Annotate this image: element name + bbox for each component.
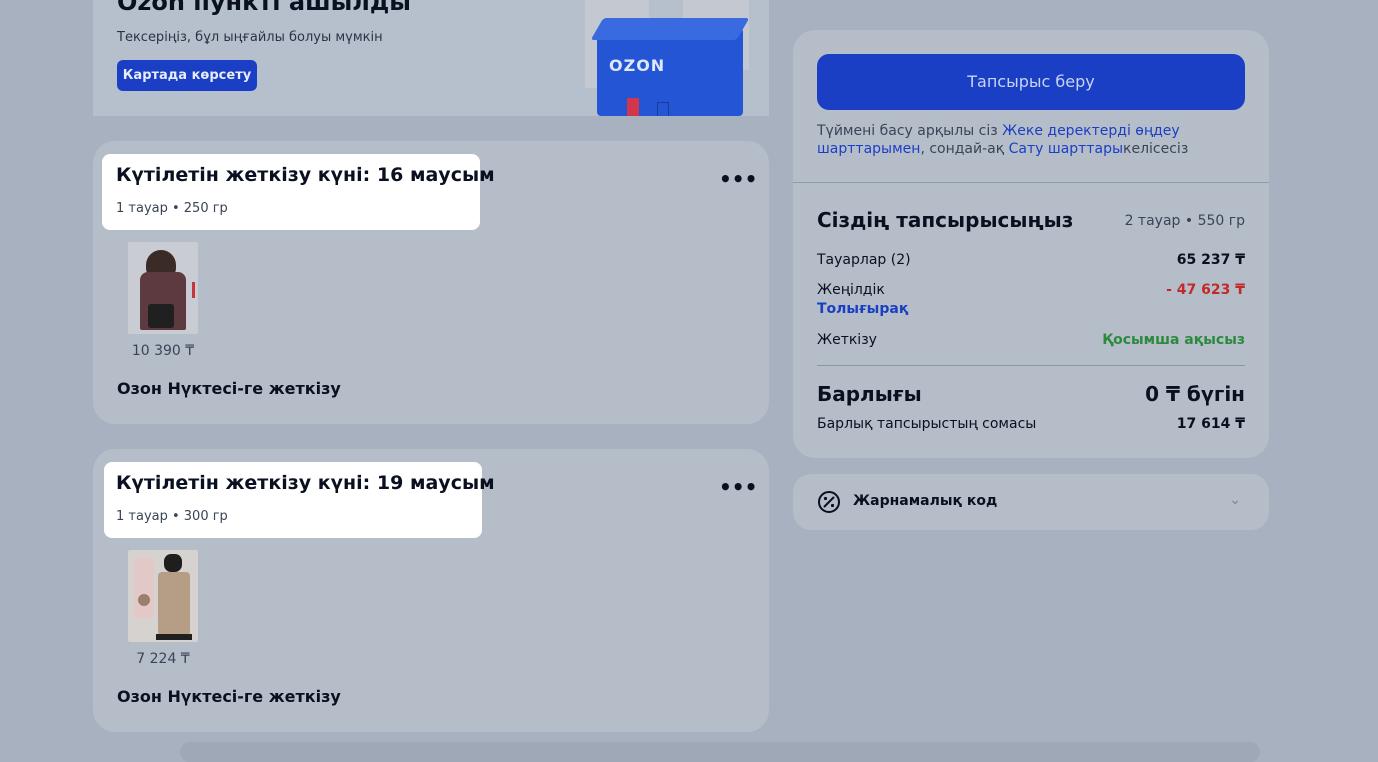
total-label: Барлығы bbox=[817, 382, 922, 406]
expected-delivery-date: Күтілетін жеткізу күні: 16 маусым bbox=[116, 164, 495, 186]
terms-text: Түймені басу арқылы сіз Жеке деректерді … bbox=[817, 122, 1247, 158]
banner-subtitle: Тексеріңіз, бұл ыңғайлы болуы мүмкін bbox=[117, 30, 383, 45]
more-options-icon[interactable]: ••• bbox=[719, 475, 757, 499]
product-thumbnail[interactable] bbox=[128, 242, 198, 334]
more-options-icon[interactable]: ••• bbox=[719, 167, 757, 191]
divider bbox=[817, 365, 1245, 366]
ozon-brand-mark: OZON bbox=[609, 56, 666, 75]
summary-title: Сіздің тапсырысыңыз bbox=[817, 208, 1074, 232]
product-price: 10 390 ₸ bbox=[131, 343, 195, 359]
sale-terms-link[interactable]: Сату шарттары bbox=[1009, 141, 1123, 157]
chevron-down-icon[interactable]: ⌄ bbox=[1229, 492, 1241, 508]
divider bbox=[793, 182, 1269, 183]
terms-mid: , сондай-ақ bbox=[920, 141, 1009, 157]
shipment-header: Күтілетін жеткізу күні: 19 маусым 1 тауа… bbox=[104, 462, 495, 538]
show-on-map-button[interactable]: Картада көрсету bbox=[117, 60, 257, 91]
product-price: 7 224 ₸ bbox=[136, 651, 190, 667]
items-value: 65 237 ₸ bbox=[1176, 252, 1245, 268]
percent-badge-icon bbox=[817, 490, 841, 514]
bottom-bar bbox=[180, 742, 1260, 762]
discount-details-link[interactable]: Толығырақ bbox=[817, 301, 908, 317]
shipment-card: Күтілетін жеткізу күні: 16 маусым 1 тауа… bbox=[93, 141, 769, 424]
total-value: 0 ₸ бүгін bbox=[1145, 382, 1245, 406]
shipment-meta: 1 тауар • 300 гр bbox=[116, 509, 228, 524]
terms-prefix: Түймені басу арқылы сіз bbox=[817, 123, 1003, 139]
delivery-method: Озон Нүктесі-ге жеткізу bbox=[117, 379, 341, 398]
shipment-meta: 1 тауар • 250 гр bbox=[116, 201, 228, 216]
banner-title: Ozon пункті ашылды bbox=[117, 0, 411, 16]
promo-code-label: Жарнамалық код bbox=[853, 493, 998, 509]
discount-value: - 47 623 ₸ bbox=[1166, 282, 1245, 298]
delivery-label: Жеткізу bbox=[817, 332, 877, 348]
product-thumbnail[interactable] bbox=[128, 550, 198, 642]
pickup-point-illustration: OZON bbox=[581, 0, 769, 116]
discount-label: Жеңілдік bbox=[817, 282, 885, 298]
summary-meta: 2 тауар • 550 гр bbox=[1124, 213, 1245, 229]
order-summary: Тапсырыс беру Түймені басу арқылы сіз Же… bbox=[793, 30, 1269, 458]
expected-delivery-date: Күтілетін жеткізу күні: 19 маусым bbox=[116, 472, 495, 494]
shipment-card: Күтілетін жеткізу күні: 19 маусым 1 тауа… bbox=[93, 449, 769, 732]
order-sum-label: Барлық тапсырыстың сомасы bbox=[817, 416, 1037, 432]
pickup-point-banner: Ozon пункті ашылды Тексеріңіз, бұл ыңғай… bbox=[93, 0, 769, 116]
terms-suffix: келісесіз bbox=[1123, 141, 1189, 157]
shipment-header: Күтілетін жеткізу күні: 16 маусым 1 тауа… bbox=[102, 154, 495, 230]
items-label: Тауарлар (2) bbox=[817, 252, 911, 268]
delivery-method: Озон Нүктесі-ге жеткізу bbox=[117, 687, 341, 706]
place-order-button[interactable]: Тапсырыс беру bbox=[817, 54, 1245, 110]
delivery-value: Қосымша ақысыз bbox=[1102, 332, 1245, 348]
promo-code-section[interactable]: Жарнамалық код ⌄ bbox=[793, 474, 1269, 530]
order-sum-value: 17 614 ₸ bbox=[1176, 416, 1245, 432]
